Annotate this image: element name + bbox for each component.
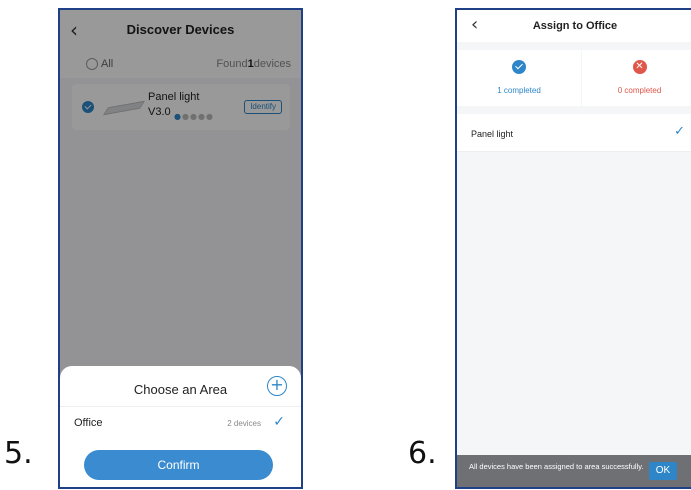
checkmark-icon: ✓ [674, 124, 685, 139]
screen-background: ‹ Assign to Office 1 completed ✕ 0 compl… [457, 10, 691, 487]
area-name: Office [74, 417, 103, 429]
discover-devices-screen: ‹ Discover Devices All Found1devices Pan… [58, 8, 303, 489]
error-circle-icon: ✕ [632, 60, 647, 74]
choose-area-sheet: Choose an Area + Office 2 devices ✓ Conf… [60, 366, 301, 487]
check-circle-icon [512, 60, 526, 74]
area-row-office[interactable]: Office 2 devices ✓ [60, 407, 301, 441]
step-number-5: 5. [4, 436, 33, 471]
ok-button[interactable]: OK [649, 462, 677, 480]
confirm-button[interactable]: Confirm [84, 450, 273, 480]
completed-count: 1 completed [497, 86, 541, 95]
list-item[interactable]: Panel light ✓ [457, 114, 691, 152]
page-title: Assign to Office [532, 20, 618, 32]
checkmark-icon: ✓ [273, 414, 285, 430]
add-circle-icon[interactable]: + [267, 376, 287, 396]
success-toast: All devices have been assigned to area s… [457, 455, 691, 487]
area-device-count: 2 devices [227, 419, 261, 428]
completed-stat: 1 completed [457, 50, 581, 106]
assign-to-area-screen: ‹ Assign to Office 1 completed ✕ 0 compl… [455, 8, 691, 489]
header: ‹ Assign to Office [457, 10, 691, 42]
step-number-6: 6. [408, 436, 437, 471]
failed-count: 0 completed [617, 86, 662, 95]
device-name: Panel light [471, 129, 514, 139]
failed-stat: ✕ 0 completed [582, 50, 691, 106]
toast-message: All devices have been assigned to area s… [469, 462, 644, 471]
sheet-title: Choose an Area [133, 382, 228, 397]
